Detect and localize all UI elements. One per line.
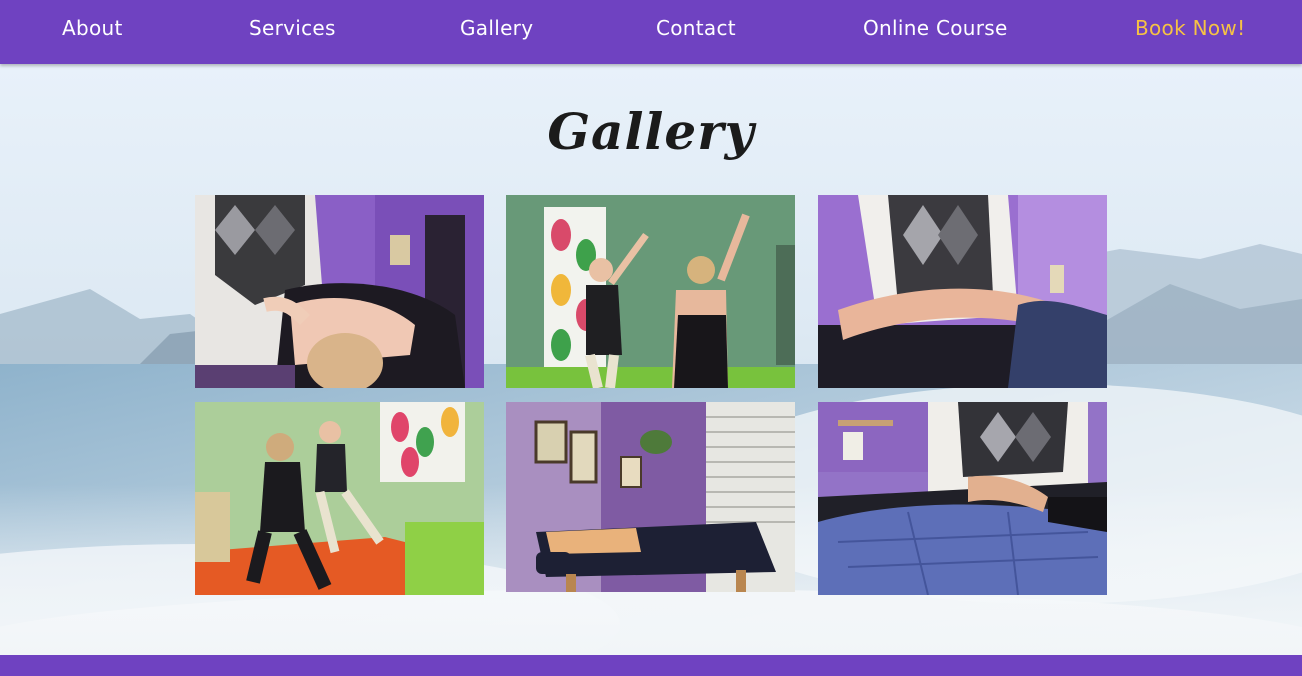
gallery-image-6[interactable] xyxy=(818,402,1107,595)
nav-online-course[interactable]: Online Course xyxy=(863,16,1008,40)
gallery-image-1[interactable] xyxy=(195,195,484,388)
gallery-image-3[interactable] xyxy=(818,195,1107,388)
nav-gallery[interactable]: Gallery xyxy=(460,16,533,40)
footer-bar xyxy=(0,655,1302,676)
nav-contact[interactable]: Contact xyxy=(656,16,736,40)
nav-about[interactable]: About xyxy=(62,16,123,40)
gallery-image-2[interactable] xyxy=(506,195,795,388)
page-title: Gallery xyxy=(547,102,755,161)
gallery-image-4[interactable] xyxy=(195,402,484,595)
gallery-image-5[interactable] xyxy=(506,402,795,592)
nav-services[interactable]: Services xyxy=(249,16,336,40)
nav-book-now[interactable]: Book Now! xyxy=(1135,16,1245,40)
top-navbar: About Services Gallery Contact Online Co… xyxy=(0,0,1302,64)
